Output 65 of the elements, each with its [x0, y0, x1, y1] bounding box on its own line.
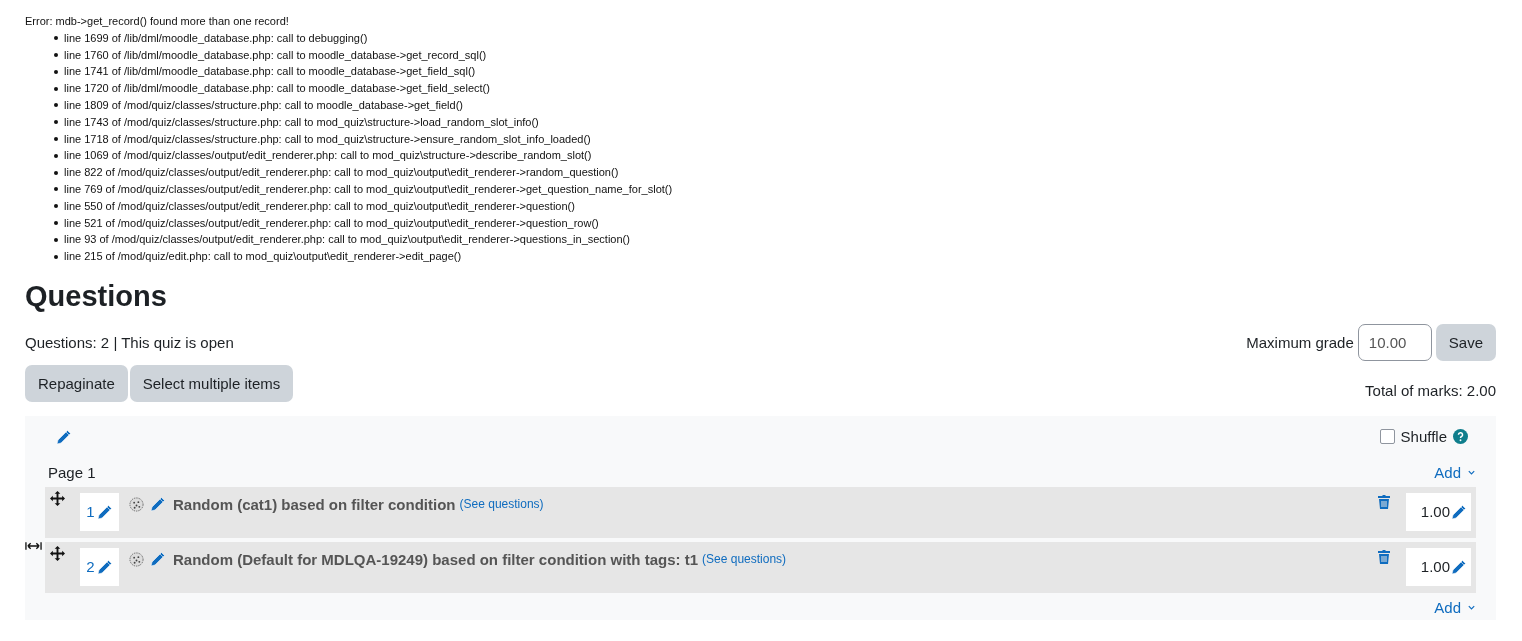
trace-line: line 521 of /mod/quiz/classes/output/edit_renderer.php: call to mod_quiz\output\edit_renderer->question_row(): [64, 215, 599, 231]
move-icon[interactable]: [50, 490, 65, 506]
move-icon[interactable]: [50, 545, 65, 561]
bullet-icon: [54, 187, 58, 192]
trace-line: line 1760 of /lib/dml/moodle_database.php: call to moodle_database->get_record_sql(): [64, 47, 487, 63]
bullet-icon: [54, 220, 58, 225]
dice-icon: [129, 496, 144, 512]
bullet-icon: [54, 170, 58, 175]
shuffle-checkbox[interactable]: [1379, 429, 1395, 445]
bullet-icon: [54, 103, 58, 108]
total-marks: Total of marks: 2.00: [1365, 381, 1496, 401]
shuffle-label: Shuffle: [1400, 428, 1447, 446]
question-number-box[interactable]: 2: [80, 547, 119, 586]
trace-line: line 1069 of /mod/quiz/classes/output/edit_renderer.php: call to mod_quiz\structure->describe_random_slot(): [64, 148, 592, 164]
mark-box[interactable]: 1.00: [1406, 547, 1471, 586]
trace-line: line 1809 of /mod/quiz/classes/structure.php: call to moodle_database->get_field(): [64, 98, 463, 113]
maximum-grade-field[interactable]: 10.00: [1357, 323, 1432, 361]
page-label: Page 1: [48, 463, 96, 481]
trace-line: line 1718 of /mod/quiz/classes/structure.php: call to mod_quiz\structure->ensure_random_slot_info_loaded(): [64, 131, 591, 147]
edit-icon[interactable]: [150, 495, 166, 512]
dice-icon: [129, 551, 144, 567]
maximum-grade-label: Maximum grade: [1246, 333, 1354, 351]
delete-icon[interactable]: [1377, 493, 1391, 510]
trace-line: line 822 of /mod/quiz/classes/output/edit_renderer.php: call to mod_quiz\output\edit_renderer->random_question(): [64, 165, 619, 181]
trace-line: line 769 of /mod/quiz/classes/output/edit_renderer.php: call to mod_quiz\output\edit_renderer->get_question_name_for_slot(): [64, 181, 673, 197]
see-questions-link[interactable]: (See questions): [459, 496, 544, 511]
edit-icon[interactable]: [96, 503, 113, 520]
bullet-icon: [54, 153, 58, 158]
help-icon[interactable]: [1453, 429, 1468, 445]
question-title: Random (Default for MDLQA-19249) based on filter condition with tags: t1: [173, 550, 699, 568]
see-questions-link[interactable]: (See questions): [702, 551, 787, 566]
question-title: Random (cat1) based on filter condition: [173, 495, 456, 513]
toolbar-button[interactable]: Repaginate: [25, 364, 128, 402]
edit-icon[interactable]: [1451, 558, 1467, 575]
trace-line: line 1743 of /mod/quiz/classes/structure.php: call to mod_quiz\structure->load_random_slot_info(): [64, 114, 539, 130]
add-menu[interactable]: Add: [1434, 463, 1476, 481]
trace-line: line 215 of /mod/quiz/edit.php: call to mod_quiz\output\edit_renderer->edit_page(): [64, 249, 462, 265]
bullet-icon: [54, 36, 58, 41]
question-number-box[interactable]: 1: [80, 492, 119, 531]
mark-box[interactable]: 1.00: [1406, 492, 1471, 531]
resize-icon[interactable]: [25, 540, 42, 551]
toolbar-button[interactable]: Select multiple items: [129, 364, 294, 402]
trace-line: line 93 of /mod/quiz/classes/output/edit_renderer.php: call to mod_quiz\output\edit_renderer->questions_in_section(): [64, 232, 630, 248]
delete-icon[interactable]: [1377, 548, 1391, 565]
trace-line: line 1699 of /lib/dml/moodle_database.php: call to debugging(): [64, 30, 368, 46]
trace-line: line 550 of /mod/quiz/classes/output/edit_renderer.php: call to mod_quiz\output\edit_renderer->question(): [64, 198, 575, 214]
bullet-icon: [54, 120, 58, 125]
edit-section-icon[interactable]: [56, 428, 72, 445]
add-menu[interactable]: Add: [1434, 598, 1476, 616]
trace-line: line 1720 of /lib/dml/moodle_database.php: call to moodle_database->get_field_select(): [64, 81, 490, 97]
bullet-icon: [54, 136, 58, 141]
edit-icon[interactable]: [150, 550, 166, 567]
quiz-summary: Questions: 2 | This quiz is open: [25, 333, 234, 351]
bullet-icon: [54, 237, 58, 242]
bullet-icon: [54, 86, 58, 91]
bullet-icon: [54, 53, 58, 57]
edit-icon[interactable]: [96, 558, 113, 575]
trace-line: line 1741 of /lib/dml/moodle_database.php: call to moodle_database->get_field_sql(): [64, 64, 476, 80]
bullet-icon: [54, 69, 58, 74]
page-heading: Questions: [25, 278, 168, 314]
bullet-icon: [54, 254, 58, 259]
error-message: Error: mdb->get_record() found more than one record!: [25, 14, 290, 29]
bullet-icon: [54, 204, 58, 209]
save-button[interactable]: Save: [1435, 323, 1496, 361]
edit-icon[interactable]: [1451, 503, 1467, 520]
